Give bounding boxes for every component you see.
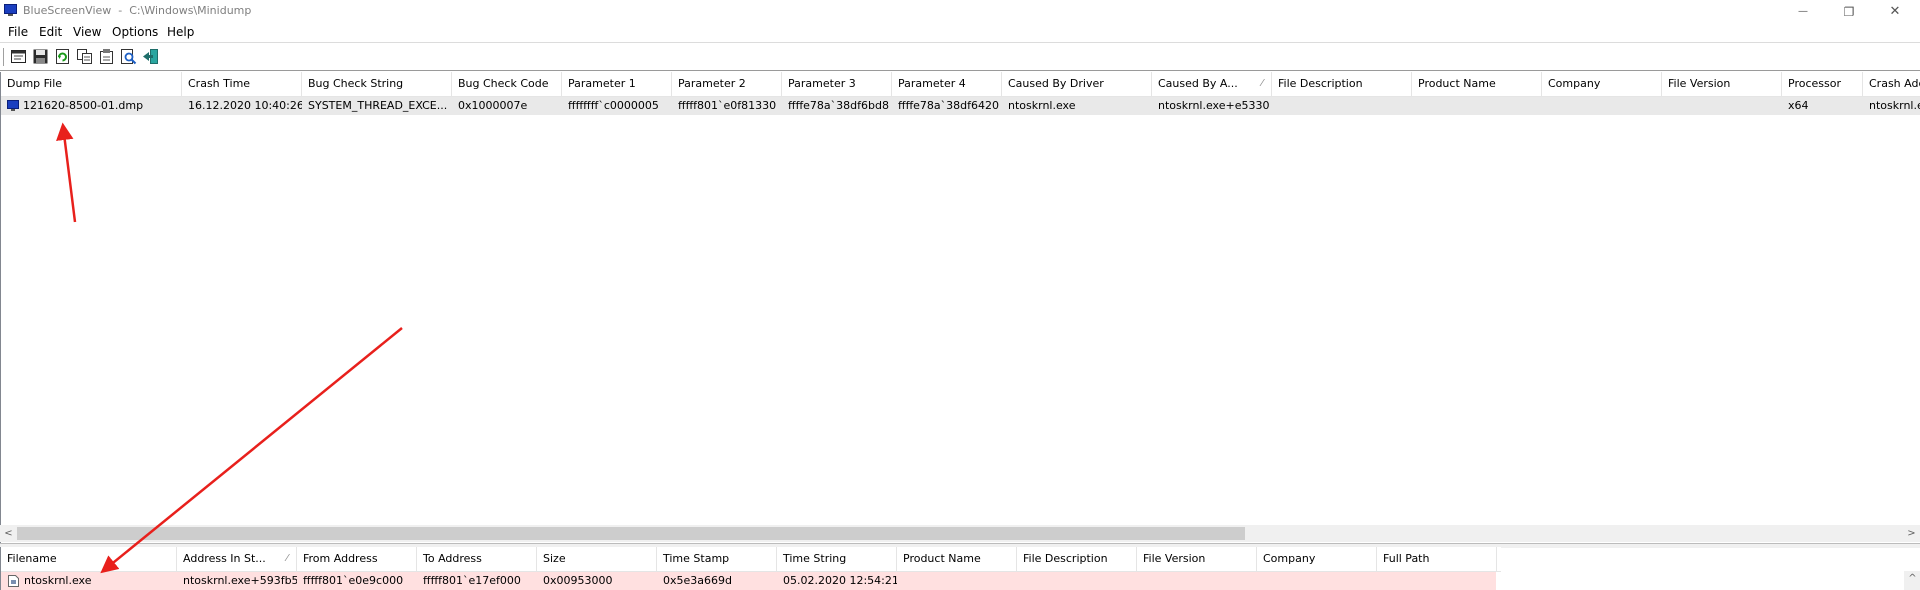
- toolbar-divider: [0, 70, 1920, 71]
- minimize-button[interactable]: —: [1780, 0, 1826, 23]
- menu-options[interactable]: Options: [112, 25, 158, 39]
- cell-bug-check-code: 0x1000007e: [458, 99, 528, 112]
- column-header-parameter-3[interactable]: Parameter 3: [782, 72, 892, 96]
- bluescreen-app-icon: [4, 4, 17, 16]
- advanced-options-icon[interactable]: [98, 48, 115, 65]
- column-header-company[interactable]: Company: [1257, 547, 1377, 571]
- column-header-processor[interactable]: Processor: [1782, 72, 1863, 96]
- column-header-from-address[interactable]: From Address: [297, 547, 417, 571]
- cell-parameter-2: fffff801`e0f81330: [678, 99, 777, 112]
- column-header-to-address[interactable]: To Address: [417, 547, 537, 571]
- vertical-scrollbar[interactable]: ^: [1904, 571, 1920, 590]
- cell-crash-time: 16.12.2020 10:40:26: [188, 99, 302, 112]
- cell-caused-by-driver: ntoskrnl.exe: [1008, 99, 1076, 112]
- column-header-parameter-2[interactable]: Parameter 2: [672, 72, 782, 96]
- column-header-parameter-1[interactable]: Parameter 1: [562, 72, 672, 96]
- cell-size: 0x00953000: [543, 574, 613, 587]
- column-header-caused-by-driver[interactable]: Caused By Driver: [1002, 72, 1152, 96]
- driver-list-header: Filename Address In St... ⁄ From Address…: [1, 547, 1501, 572]
- scroll-left-arrow-icon[interactable]: <: [0, 525, 17, 542]
- cell-crash-address: ntoskrnl.e: [1869, 99, 1920, 112]
- properties-icon[interactable]: [10, 48, 27, 65]
- sort-arrow-icon: ⁄: [1261, 78, 1263, 89]
- save-icon[interactable]: [32, 48, 49, 65]
- toolbar: [0, 42, 1920, 71]
- crash-list-header: Dump File Crash Time Bug Check String Bu…: [1, 72, 1920, 97]
- column-header-product-name[interactable]: Product Name: [1412, 72, 1542, 96]
- column-header-dump-file[interactable]: Dump File: [1, 72, 182, 96]
- close-icon: ✕: [1889, 4, 1901, 19]
- column-header-product-name[interactable]: Product Name: [897, 547, 1017, 571]
- scroll-up-arrow-icon[interactable]: ^: [1904, 571, 1920, 587]
- close-button[interactable]: ✕: [1872, 0, 1918, 23]
- cell-caused-by-address: ntoskrnl.exe+e5330: [1158, 99, 1270, 112]
- cell-full-path: [1377, 572, 1497, 590]
- column-header-crash-time[interactable]: Crash Time: [182, 72, 302, 96]
- cell-dump-file: 121620-8500-01.dmp: [23, 99, 144, 112]
- cell-file-description: [1017, 572, 1137, 590]
- column-header-size[interactable]: Size: [537, 547, 657, 571]
- column-header-caused-by-address[interactable]: Caused By A... ⁄: [1152, 72, 1272, 96]
- cell-product-name: [897, 572, 1017, 590]
- menu-view[interactable]: View: [73, 25, 101, 39]
- sort-arrow-icon: ⁄: [286, 553, 288, 564]
- exit-icon[interactable]: [142, 48, 159, 65]
- scroll-right-arrow-icon[interactable]: >: [1903, 525, 1920, 542]
- column-header-crash-address[interactable]: Crash Add: [1863, 72, 1920, 96]
- horizontal-scroll-thumb[interactable]: [17, 527, 1245, 540]
- minimize-icon: —: [1798, 6, 1808, 17]
- title-bar: BlueScreenView - C:\Windows\Minidump — ❐…: [0, 0, 1920, 23]
- menu-file[interactable]: File: [8, 25, 28, 39]
- cell-time-stamp: 0x5e3a669d: [663, 574, 732, 587]
- copy-icon[interactable]: [76, 48, 93, 65]
- column-header-filename[interactable]: Filename: [1, 547, 177, 571]
- toolbar-separator: [3, 48, 4, 66]
- cell-parameter-1: ffffffff`c0000005: [568, 99, 659, 112]
- driver-list[interactable]: Filename Address In St... ⁄ From Address…: [0, 547, 1920, 590]
- restore-button[interactable]: ❐: [1826, 0, 1872, 23]
- cell-product-name: [1412, 97, 1542, 115]
- column-header-bug-check-code[interactable]: Bug Check Code: [452, 72, 562, 96]
- cell-time-string: 05.02.2020 12:54:21: [783, 574, 897, 587]
- table-row[interactable]: 121620-8500-01.dmp 16.12.2020 10:40:26 S…: [1, 97, 1920, 115]
- column-header-caused-by-address-label: Caused By A...: [1158, 77, 1238, 90]
- column-header-company[interactable]: Company: [1542, 72, 1662, 96]
- cell-address-in-stack: ntoskrnl.exe+593fb5: [183, 574, 297, 587]
- cell-parameter-4: ffffe78a`38df6420: [898, 99, 1000, 112]
- column-header-file-version[interactable]: File Version: [1137, 547, 1257, 571]
- cell-bug-check-string: SYSTEM_THREAD_EXCE...: [308, 99, 448, 112]
- horizontal-scrollbar[interactable]: < >: [0, 525, 1920, 542]
- restore-icon: ❐: [1843, 4, 1855, 19]
- refresh-icon[interactable]: [54, 48, 71, 65]
- cell-filename: ntoskrnl.exe: [24, 574, 92, 587]
- column-header-time-string[interactable]: Time String: [777, 547, 897, 571]
- menu-bar: File Edit View Options Help: [0, 23, 1920, 42]
- cell-parameter-3: ffffe78a`38df6bd8: [788, 99, 889, 112]
- column-header-address-in-stack-label: Address In St...: [183, 552, 266, 565]
- column-header-address-in-stack[interactable]: Address In St... ⁄: [177, 547, 297, 571]
- column-header-bug-check-string[interactable]: Bug Check String: [302, 72, 452, 96]
- menu-edit[interactable]: Edit: [39, 25, 62, 39]
- crash-dump-list[interactable]: Dump File Crash Time Bug Check String Bu…: [0, 72, 1920, 544]
- cell-company: [1257, 572, 1377, 590]
- cell-file-description: [1272, 97, 1412, 115]
- column-header-file-version[interactable]: File Version: [1662, 72, 1782, 96]
- table-row[interactable]: ntoskrnl.exe ntoskrnl.exe+593fb5 fffff80…: [1, 572, 1496, 590]
- cell-from-address: fffff801`e0e9c000: [303, 574, 404, 587]
- column-header-time-stamp[interactable]: Time Stamp: [657, 547, 777, 571]
- column-header-file-description[interactable]: File Description: [1017, 547, 1137, 571]
- column-header-file-description[interactable]: File Description: [1272, 72, 1412, 96]
- cell-file-version: [1662, 97, 1782, 115]
- column-header-parameter-4[interactable]: Parameter 4: [892, 72, 1002, 96]
- column-header-full-path[interactable]: Full Path: [1377, 547, 1497, 571]
- cell-file-version: [1137, 572, 1257, 590]
- cell-processor: x64: [1788, 99, 1809, 112]
- cell-company: [1542, 97, 1662, 115]
- find-icon[interactable]: [120, 48, 137, 65]
- cell-to-address: fffff801`e17ef000: [423, 574, 521, 587]
- menu-help[interactable]: Help: [167, 25, 194, 39]
- window-title: BlueScreenView - C:\Windows\Minidump: [23, 4, 252, 17]
